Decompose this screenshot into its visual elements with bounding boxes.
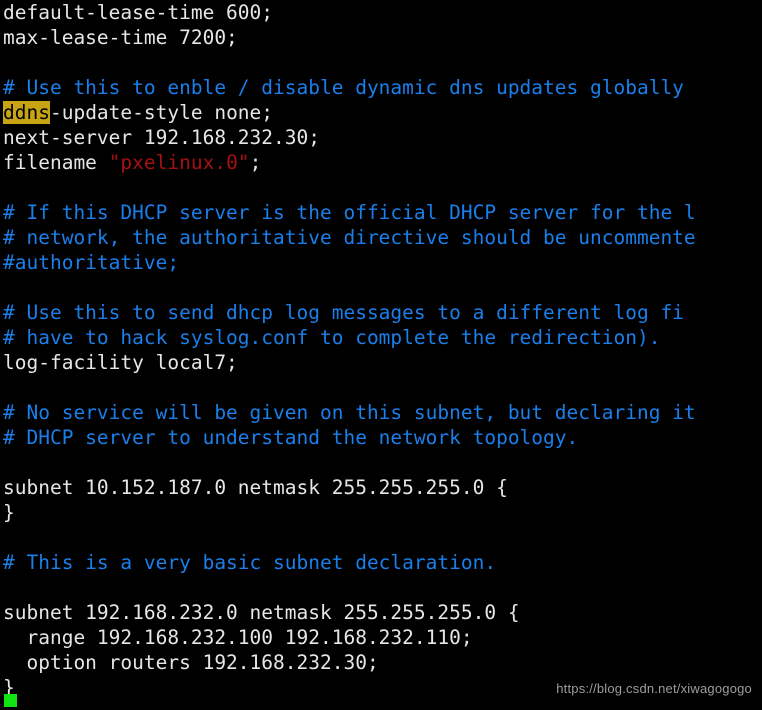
highlighted-token: ddns bbox=[3, 101, 50, 124]
comment-token: #authoritative; bbox=[3, 251, 180, 274]
terminal-line: # This is a very basic subnet declaratio… bbox=[0, 550, 762, 575]
code-token: log-facility local7; bbox=[3, 351, 238, 374]
code-token: -update-style none; bbox=[49, 101, 274, 124]
terminal-line: # If this DHCP server is the official DH… bbox=[0, 200, 762, 225]
terminal-line: next-server 192.168.232.30; bbox=[0, 125, 762, 150]
code-token: option routers 192.168.232.30; bbox=[3, 651, 379, 674]
terminal-line: #authoritative; bbox=[0, 250, 762, 275]
code-token: subnet 192.168.232.0 netmask 255.255.255… bbox=[3, 601, 520, 624]
terminal-line: ddns-update-style none; bbox=[0, 100, 762, 125]
watermark-text: https://blog.csdn.net/xiwagogogo bbox=[556, 681, 752, 696]
terminal-line: subnet 10.152.187.0 netmask 255.255.255.… bbox=[0, 475, 762, 500]
terminal-line: filename "pxelinux.0"; bbox=[0, 150, 762, 175]
code-token: default-lease-time 600; bbox=[3, 1, 274, 24]
block-cursor bbox=[4, 694, 17, 707]
terminal-line: } bbox=[0, 500, 762, 525]
comment-token: # network, the authoritative directive s… bbox=[3, 226, 696, 249]
terminal-line: # have to hack syslog.conf to complete t… bbox=[0, 325, 762, 350]
comment-token: # If this DHCP server is the official DH… bbox=[3, 201, 696, 224]
code-token: range 192.168.232.100 192.168.232.110; bbox=[3, 626, 473, 649]
comment-token: # Use this to send dhcp log messages to … bbox=[3, 301, 684, 324]
terminal-line: # DHCP server to understand the network … bbox=[0, 425, 762, 450]
comment-token: # This is a very basic subnet declaratio… bbox=[3, 551, 497, 574]
string-token: "pxelinux.0" bbox=[108, 151, 250, 174]
code-token: next-server 192.168.232.30; bbox=[3, 126, 320, 149]
terminal-text-area[interactable]: default-lease-time 600; max-lease-time 72… bbox=[0, 0, 762, 700]
comment-token: # Use this to enble / disable dynamic dn… bbox=[3, 76, 684, 99]
terminal-screen[interactable]: default-lease-time 600; max-lease-time 72… bbox=[0, 0, 762, 710]
terminal-line: subnet 192.168.232.0 netmask 255.255.255… bbox=[0, 600, 762, 625]
code-token: filename bbox=[3, 151, 109, 174]
comment-token: # No service will be given on this subne… bbox=[3, 401, 696, 424]
terminal-line: log-facility local7; bbox=[0, 350, 762, 375]
code-token: ; bbox=[249, 151, 262, 174]
comment-token: # DHCP server to understand the network … bbox=[3, 426, 579, 449]
terminal-line: # Use this to send dhcp log messages to … bbox=[0, 300, 762, 325]
terminal-line: # network, the authoritative directive s… bbox=[0, 225, 762, 250]
terminal-line: range 192.168.232.100 192.168.232.110; bbox=[0, 625, 762, 650]
comment-token: # have to hack syslog.conf to complete t… bbox=[3, 326, 661, 349]
code-token: } bbox=[3, 501, 15, 524]
terminal-line: default-lease-time 600; bbox=[0, 0, 762, 25]
code-token: max-lease-time 7200; bbox=[3, 26, 238, 49]
terminal-line: # Use this to enble / disable dynamic dn… bbox=[0, 75, 762, 100]
terminal-line: option routers 192.168.232.30; bbox=[0, 650, 762, 675]
terminal-line: # No service will be given on this subne… bbox=[0, 400, 762, 425]
code-token: subnet 10.152.187.0 netmask 255.255.255.… bbox=[3, 476, 508, 499]
terminal-line: max-lease-time 7200; bbox=[0, 25, 762, 50]
